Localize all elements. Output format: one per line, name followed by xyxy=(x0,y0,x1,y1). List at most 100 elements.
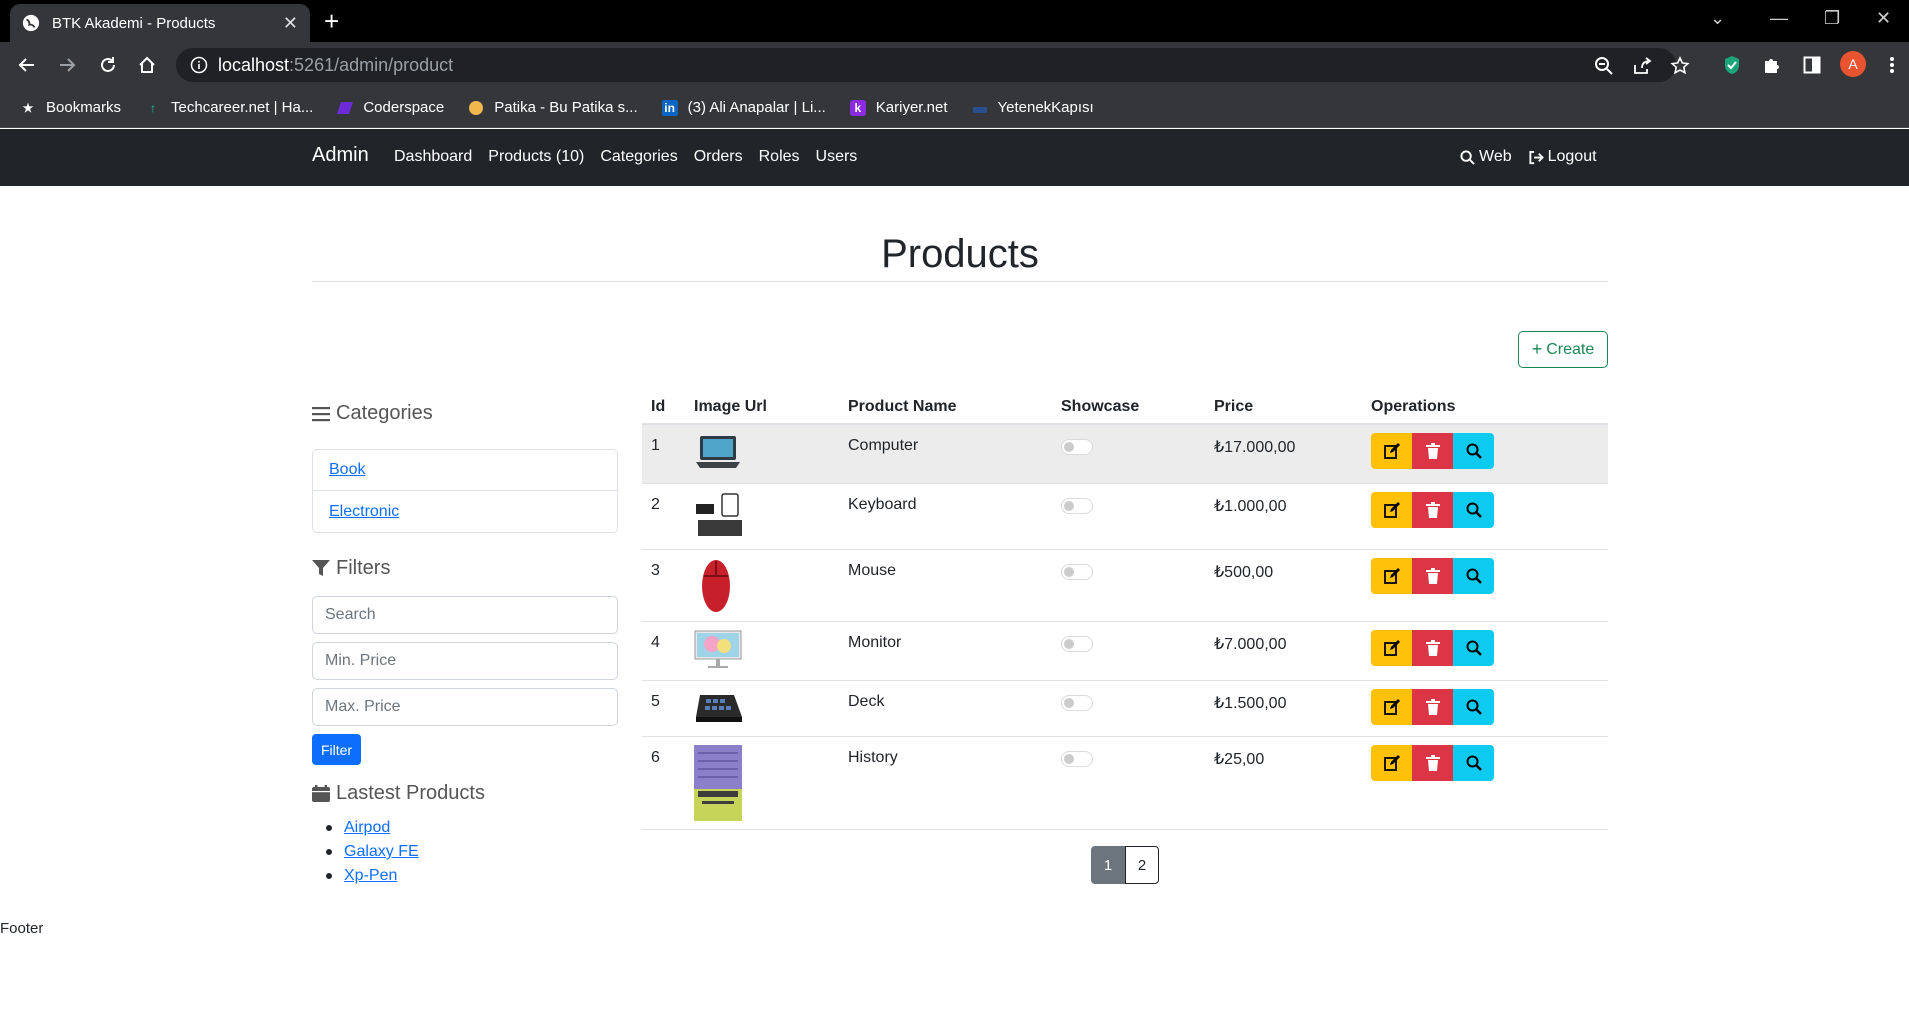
edit-icon xyxy=(1383,502,1400,518)
reload-icon[interactable] xyxy=(96,53,120,77)
details-button[interactable] xyxy=(1453,558,1494,594)
forward-icon[interactable] xyxy=(55,53,79,77)
bookmark-techcareer[interactable]: ↑ Techcareer.net | Ha... xyxy=(145,99,313,116)
edit-button[interactable] xyxy=(1371,433,1412,469)
cell-operations xyxy=(1371,622,1608,666)
cell-operations xyxy=(1371,550,1608,594)
address-bar[interactable]: localhost:5261/admin/product xyxy=(176,48,1690,82)
filter-button[interactable]: Filter xyxy=(312,734,361,765)
list-item: Airpod xyxy=(312,816,419,840)
edit-button[interactable] xyxy=(1371,745,1412,781)
edit-button[interactable] xyxy=(1371,492,1412,528)
cell-price: ₺500,00 xyxy=(1214,564,1274,581)
showcase-toggle[interactable] xyxy=(1061,439,1093,455)
bookmark-patika[interactable]: Patika - Bu Patika s... xyxy=(468,99,638,116)
category-link-book[interactable]: Book xyxy=(329,461,365,479)
showcase-toggle[interactable] xyxy=(1061,695,1093,711)
bookmark-coderspace[interactable]: Coderspace xyxy=(337,99,444,116)
bookmark-star-icon[interactable] xyxy=(1670,56,1690,76)
max-price-input[interactable]: Max. Price xyxy=(312,688,618,726)
categories-title: Categories xyxy=(336,402,433,424)
details-button[interactable] xyxy=(1453,630,1494,666)
delete-button[interactable] xyxy=(1412,492,1453,528)
edit-icon xyxy=(1383,568,1400,584)
delete-button[interactable] xyxy=(1412,689,1453,725)
search-icon xyxy=(1460,149,1475,165)
edit-button[interactable] xyxy=(1371,558,1412,594)
delete-button[interactable] xyxy=(1412,558,1453,594)
techcareer-icon: ↑ xyxy=(150,100,157,115)
menu-kebab-icon[interactable] xyxy=(1880,53,1904,77)
edit-icon xyxy=(1383,755,1400,771)
showcase-toggle[interactable] xyxy=(1061,636,1093,652)
delete-button[interactable] xyxy=(1412,630,1453,666)
page-2-button[interactable]: 2 xyxy=(1125,846,1159,884)
bookmark-yetenekkapisi[interactable]: YetenekKapısı xyxy=(972,99,1094,116)
details-button[interactable] xyxy=(1453,745,1494,781)
nav-products[interactable]: Products (10) xyxy=(488,148,584,166)
cell-image xyxy=(694,622,848,670)
category-list: Book Electronic xyxy=(312,449,618,533)
tab-close-icon[interactable]: ✕ xyxy=(283,13,298,34)
new-tab-icon[interactable]: + xyxy=(324,8,339,34)
nav-logout[interactable]: Logout xyxy=(1528,148,1597,166)
details-button[interactable] xyxy=(1453,492,1494,528)
search-input[interactable]: Search xyxy=(312,596,618,634)
side-panel-icon[interactable] xyxy=(1800,53,1824,77)
extensions-puzzle-icon[interactable] xyxy=(1760,53,1784,77)
page-1-button[interactable]: 1 xyxy=(1091,846,1125,884)
nav-logout-label: Logout xyxy=(1547,148,1597,165)
nav-dashboard[interactable]: Dashboard xyxy=(394,148,472,166)
category-link-electronic[interactable]: Electronic xyxy=(329,503,399,521)
browser-tab[interactable]: BTK Akademi - Products ✕ xyxy=(10,4,310,42)
home-icon[interactable] xyxy=(135,53,159,77)
search-icon xyxy=(1466,640,1482,656)
table-header: Id Image Url Product Name Showcase Price… xyxy=(642,391,1608,425)
trash-icon xyxy=(1425,502,1440,518)
edit-button[interactable] xyxy=(1371,630,1412,666)
showcase-toggle[interactable] xyxy=(1061,564,1093,580)
latest-products-list: Airpod Galaxy FE Xp-Pen xyxy=(312,816,419,888)
table-row: 1 Computer ₺17.000,00 xyxy=(642,425,1608,484)
latest-link-airpod[interactable]: Airpod xyxy=(344,819,390,837)
filters-heading: Filters xyxy=(312,557,390,580)
profile-avatar[interactable]: A xyxy=(1840,51,1866,77)
nav-web[interactable]: Web xyxy=(1460,148,1512,166)
nav-categories[interactable]: Categories xyxy=(600,148,677,166)
cell-showcase xyxy=(1061,425,1214,455)
delete-button[interactable] xyxy=(1412,433,1453,469)
trash-icon xyxy=(1425,699,1440,715)
share-icon[interactable] xyxy=(1632,56,1652,76)
bookmark-label: Techcareer.net | Ha... xyxy=(171,99,314,116)
showcase-toggle[interactable] xyxy=(1061,498,1093,514)
details-button[interactable] xyxy=(1453,433,1494,469)
site-info-icon[interactable] xyxy=(190,56,208,74)
min-price-input[interactable]: Min. Price xyxy=(312,642,618,680)
edit-button[interactable] xyxy=(1371,689,1412,725)
showcase-toggle[interactable] xyxy=(1061,751,1093,767)
nav-roles[interactable]: Roles xyxy=(759,148,800,166)
delete-button[interactable] xyxy=(1412,745,1453,781)
pagination: 1 2 xyxy=(1091,846,1159,884)
minimize-icon[interactable]: — xyxy=(1770,8,1788,29)
bookmark-bookmarks[interactable]: ★ Bookmarks xyxy=(20,99,121,116)
nav-users[interactable]: Users xyxy=(816,148,858,166)
bookmark-kariyer[interactable]: k Kariyer.net xyxy=(849,99,948,116)
shield-extension-icon[interactable] xyxy=(1720,53,1744,77)
cell-id: 1 xyxy=(651,437,660,454)
zoom-icon[interactable] xyxy=(1594,56,1614,76)
restore-icon[interactable]: ❐ xyxy=(1824,8,1840,29)
navbar-brand[interactable]: Admin xyxy=(312,144,369,167)
back-icon[interactable] xyxy=(15,53,39,77)
details-button[interactable] xyxy=(1453,689,1494,725)
tab-search-icon[interactable]: ⌄ xyxy=(1710,8,1725,29)
nav-orders[interactable]: Orders xyxy=(694,148,743,166)
latest-link-galaxy-fe[interactable]: Galaxy FE xyxy=(344,843,419,861)
bookmark-linkedin[interactable]: in (3) Ali Anapalar | Li... xyxy=(661,99,826,116)
cell-price: ₺1.000,00 xyxy=(1214,498,1287,515)
edit-icon xyxy=(1383,640,1400,656)
latest-link-xp-pen[interactable]: Xp-Pen xyxy=(344,867,397,885)
create-label: Create xyxy=(1546,340,1595,358)
window-close-icon[interactable]: ✕ xyxy=(1876,8,1891,29)
create-button[interactable]: + Create xyxy=(1518,331,1608,368)
